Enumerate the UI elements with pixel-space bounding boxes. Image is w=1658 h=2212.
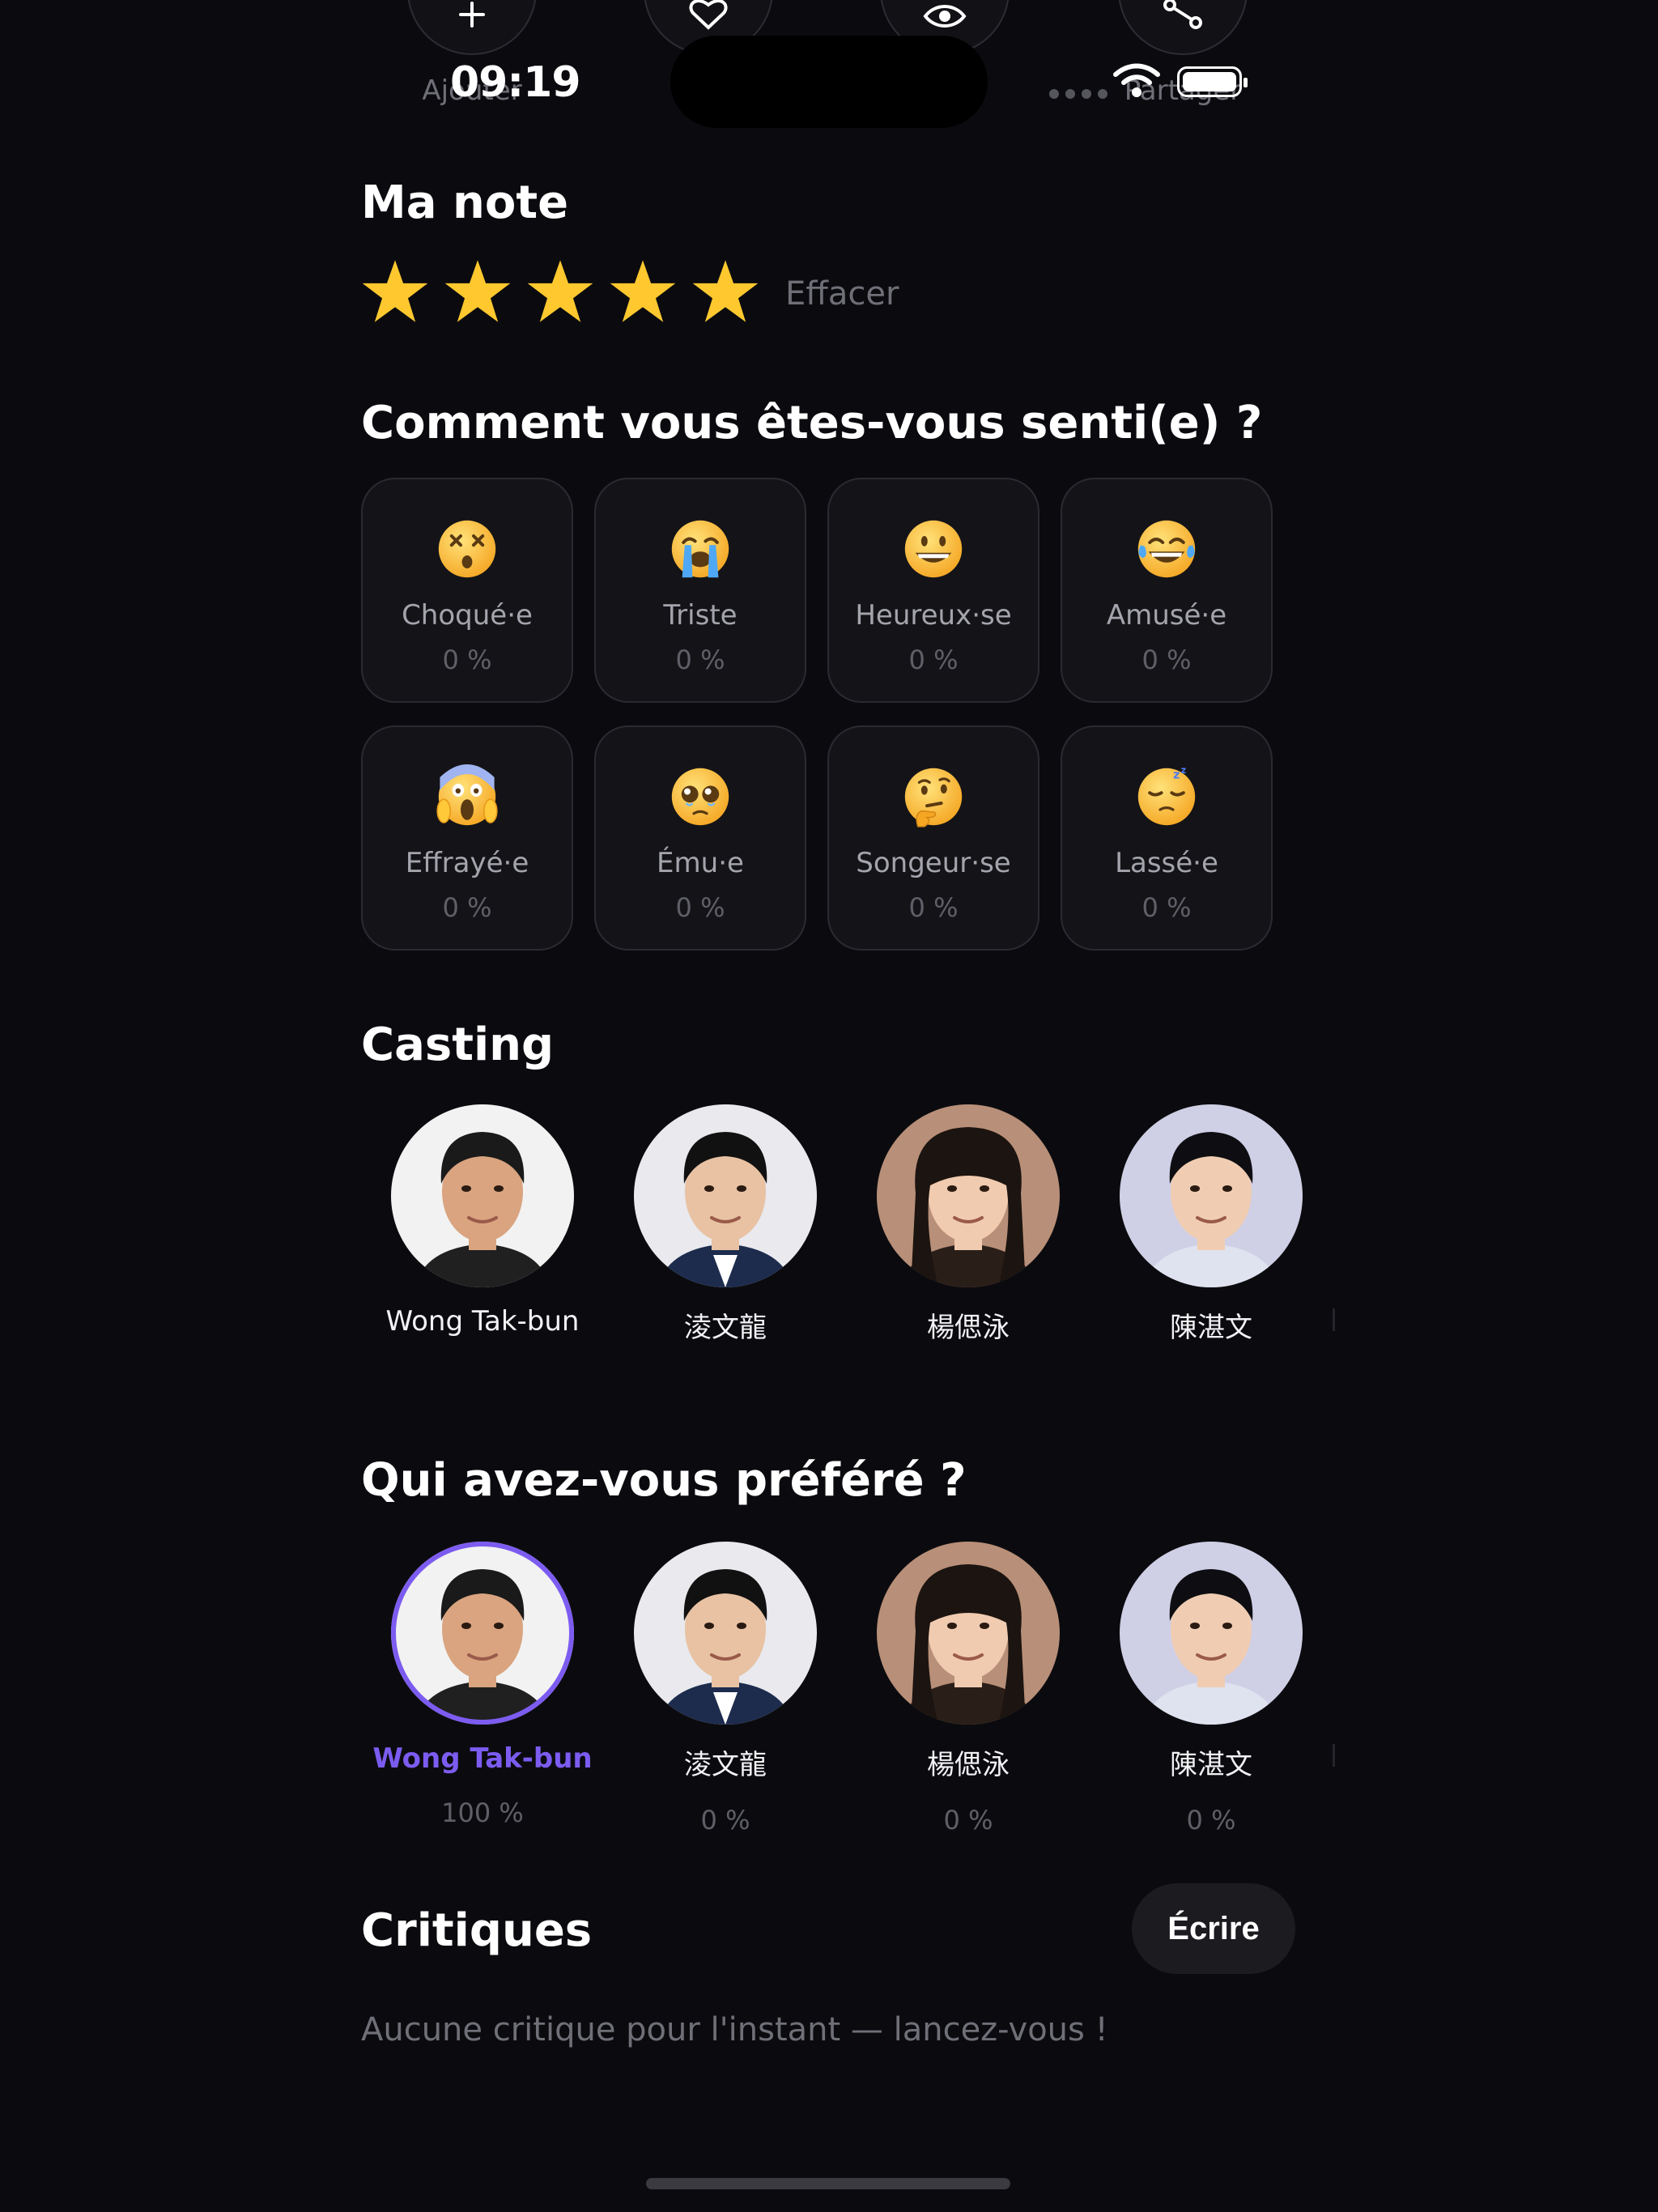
svg-text:z: z	[1181, 765, 1187, 776]
mood-card[interactable]: Choqué·e 0 %	[361, 478, 573, 703]
mood-label: Amusé·e	[1106, 599, 1227, 632]
heart-icon	[689, 0, 728, 30]
mood-card[interactable]: Ému·e 0 %	[594, 725, 806, 951]
dynamic-island	[670, 36, 988, 128]
avatar	[634, 1104, 817, 1287]
home-indicator	[646, 2178, 1010, 2189]
reviews-empty-text: Aucune critique pour l'instant — lancez-…	[361, 2011, 1108, 2048]
favorite-option[interactable]: 淩文龍 0 %	[604, 1542, 847, 1836]
avatar	[634, 1542, 817, 1725]
movie-feedback-screen: Ajouter Partager 09:19 Ma note Effacer C…	[0, 0, 1658, 2212]
star-icon[interactable]	[526, 257, 594, 325]
mood-percentage: 0 %	[1141, 644, 1192, 675]
favorite-name: Wong Tak-bun	[372, 1742, 593, 1775]
avatar	[391, 1104, 574, 1287]
cast-name: 楊偲泳	[927, 1312, 1010, 1344]
cast-name: 陳湛文	[1170, 1312, 1252, 1344]
mood-percentage: 0 %	[1141, 892, 1192, 923]
favorite-percentage: 0 %	[1186, 1805, 1236, 1836]
rating-title: Ma note	[361, 177, 569, 229]
cast-member[interactable]: 淩文龍	[604, 1104, 847, 1345]
favorite-option[interactable]: 楊偲泳 0 %	[847, 1542, 1090, 1836]
avatar	[877, 1104, 1060, 1287]
cellular-signal-icon	[1049, 89, 1107, 99]
avatar	[877, 1542, 1060, 1725]
plus-icon	[459, 2, 485, 28]
sleepy-face-emoji: zz	[1134, 764, 1199, 829]
mood-card[interactable]: Amusé·e 0 %	[1061, 478, 1273, 703]
mood-percentage: 0 %	[442, 644, 492, 675]
crying-face-emoji	[668, 517, 733, 581]
casting-title: Casting	[361, 1019, 555, 1071]
wifi-icon	[1113, 63, 1160, 97]
favorite-percentage: 100 %	[441, 1797, 524, 1828]
favorite-percentage: 0 %	[700, 1805, 750, 1836]
mood-title: Comment vous êtes-vous senti(e) ?	[361, 397, 1263, 449]
eye-icon	[923, 5, 967, 28]
share-icon	[1163, 0, 1202, 29]
tears-of-joy-emoji	[1134, 517, 1199, 581]
star-icon[interactable]	[444, 257, 512, 325]
pleading-face-emoji	[668, 764, 733, 829]
favorite-option[interactable]: 陳湛文 0 %	[1090, 1542, 1333, 1836]
status-time: 09:19	[450, 58, 581, 107]
favorite-name: 陳湛文	[1170, 1749, 1252, 1781]
mood-percentage: 0 %	[675, 892, 725, 923]
cast-member[interactable]: 楊偲泳	[847, 1104, 1090, 1345]
mood-label: Choqué·e	[402, 599, 533, 632]
avatar	[1120, 1104, 1303, 1287]
thinking-face-emoji	[901, 764, 966, 829]
battery-icon	[1177, 66, 1248, 97]
favorite-option[interactable]: Wong Tak-bun 100 %	[361, 1542, 604, 1836]
star-icon[interactable]	[691, 257, 759, 325]
mood-label: Effrayé·e	[405, 847, 529, 879]
favorite-title: Qui avez-vous préféré ?	[361, 1454, 967, 1507]
cast-name: 淩文龍	[684, 1312, 767, 1344]
svg-text:z: z	[1173, 769, 1180, 782]
mood-percentage: 0 %	[442, 892, 492, 923]
mood-card[interactable]: Triste 0 %	[594, 478, 806, 703]
mood-label: Heureux·se	[855, 599, 1012, 632]
favorite-name: 楊偲泳	[927, 1749, 1010, 1781]
write-review-button[interactable]: Écrire	[1132, 1883, 1295, 1974]
mood-card[interactable]: Effrayé·e 0 %	[361, 725, 573, 951]
clear-rating-button[interactable]: Effacer	[785, 275, 899, 313]
mood-label: Songeur·se	[856, 847, 1011, 879]
grinning-face-emoji	[901, 517, 966, 581]
mood-card[interactable]: Heureux·se 0 %	[827, 478, 1039, 703]
cast-member[interactable]: 陳湛文	[1090, 1104, 1333, 1345]
casting-list: Wong Tak-bun 淩文龍 楊偲泳 陳湛文	[361, 1104, 1333, 1345]
star-rating[interactable]	[361, 257, 759, 325]
mood-percentage: 0 %	[675, 644, 725, 675]
mood-label: Ému·e	[657, 847, 744, 879]
share-button[interactable]	[1118, 0, 1248, 55]
scroll-edge-marker	[1333, 1744, 1335, 1767]
scroll-edge-marker	[1333, 1308, 1335, 1331]
cast-member[interactable]: Wong Tak-bun	[361, 1104, 604, 1345]
dizzy-face-emoji	[435, 517, 500, 581]
mood-percentage: 0 %	[908, 644, 959, 675]
star-icon[interactable]	[609, 257, 677, 325]
mood-label: Lassé·e	[1115, 847, 1218, 879]
mood-label: Triste	[663, 599, 738, 632]
mood-card[interactable]: Songeur·se 0 %	[827, 725, 1039, 951]
mood-card[interactable]: z z Lassé·e 0 %	[1061, 725, 1273, 951]
mood-percentage: 0 %	[908, 892, 959, 923]
add-button[interactable]	[407, 0, 537, 55]
avatar	[391, 1542, 574, 1725]
cast-name: Wong Tak-bun	[385, 1305, 580, 1338]
mood-grid: Choqué·e 0 % Triste 0 % Heureux·se 0 % Amusé·e…	[361, 478, 1273, 951]
star-icon[interactable]	[361, 257, 429, 325]
screaming-face-emoji	[435, 764, 500, 829]
favorite-percentage: 0 %	[943, 1805, 993, 1836]
avatar	[1120, 1542, 1303, 1725]
favorite-list: Wong Tak-bun 100 % 淩文龍 0 % 楊偲泳 0 % 陳湛文 0 %	[361, 1542, 1333, 1836]
reviews-title: Critiques	[361, 1904, 593, 1957]
favorite-name: 淩文龍	[684, 1749, 767, 1781]
